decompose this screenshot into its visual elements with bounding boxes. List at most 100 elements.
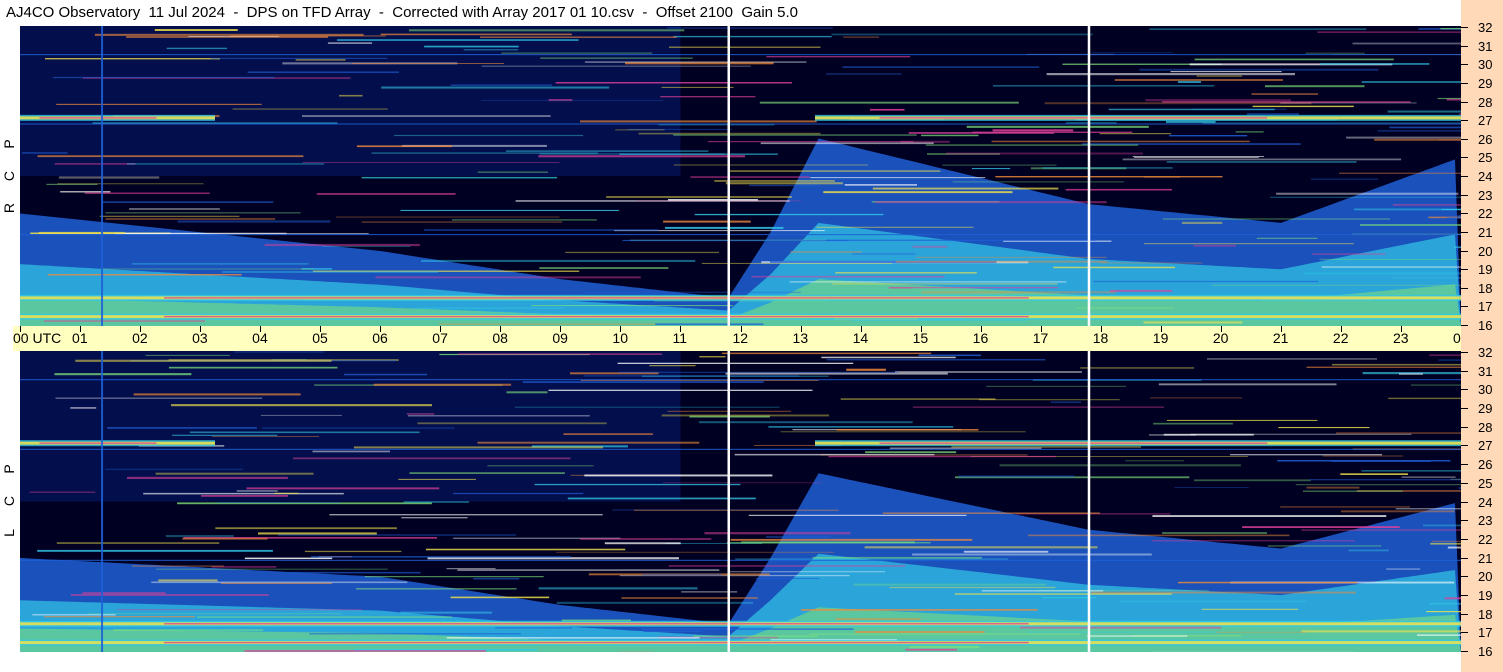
strong-band-peak xyxy=(879,442,1268,444)
noise-streak xyxy=(1417,634,1461,636)
noise-streak xyxy=(725,182,843,185)
noise-streak xyxy=(972,131,1133,133)
time-axis-tick-label: 12 xyxy=(732,330,749,346)
noise-streak xyxy=(38,231,125,234)
noise-streak xyxy=(127,476,288,479)
noise-streak xyxy=(954,593,1172,595)
noise-streak xyxy=(244,557,333,560)
noise-streak xyxy=(1194,479,1311,482)
noise-streak xyxy=(673,35,832,38)
time-axis-tick-label: 14 xyxy=(852,330,869,346)
noise-streak xyxy=(1166,419,1318,421)
noise-streak xyxy=(424,229,659,231)
noise-streak xyxy=(534,483,741,486)
noise-streak xyxy=(816,226,974,228)
noise-streak xyxy=(458,353,663,355)
noise-streak xyxy=(1360,224,1461,226)
freq-axis-tick-label: 32 xyxy=(1478,345,1493,360)
noise-streak xyxy=(337,39,579,41)
noise-streak xyxy=(701,262,893,264)
noise-streak xyxy=(1278,427,1370,429)
noise-streak xyxy=(168,366,338,369)
freq-axis-tick-label: 16 xyxy=(1478,318,1493,333)
freq-axis-tick-label: 29 xyxy=(1478,401,1493,417)
noise-streak xyxy=(339,94,363,97)
noise-streak xyxy=(1020,626,1222,629)
time-axis-tick-label: 04 xyxy=(252,330,268,346)
noise-streak xyxy=(1143,321,1243,324)
noise-streak xyxy=(853,583,1047,586)
noise-streak xyxy=(580,120,817,123)
noise-streak xyxy=(673,134,917,136)
noise-streak xyxy=(790,251,862,253)
horizontal-line xyxy=(20,123,1461,125)
noise-streak xyxy=(70,407,97,409)
noise-streak xyxy=(826,73,902,75)
noise-streak xyxy=(1319,258,1461,260)
divider-line xyxy=(727,26,730,326)
noise-streak xyxy=(1267,545,1382,547)
noise-streak xyxy=(481,65,751,67)
noise-streak xyxy=(1230,454,1383,456)
noise-streak xyxy=(211,436,319,437)
noise-streak xyxy=(58,176,160,179)
noise-streak xyxy=(1166,120,1216,123)
noise-streak xyxy=(889,447,1042,449)
noise-streak xyxy=(835,618,921,620)
noise-streak xyxy=(215,527,397,530)
noise-streak xyxy=(618,371,899,373)
noise-streak xyxy=(129,208,220,210)
noise-streak xyxy=(1306,366,1461,368)
spectrogram-lcp-plot xyxy=(20,351,1461,652)
noise-streak xyxy=(155,472,314,475)
freq-axis-tick-mark xyxy=(1461,231,1468,233)
freq-axis-tick-label: 20 xyxy=(1478,569,1493,585)
freq-axis-tick-mark xyxy=(1461,632,1468,634)
noise-streak xyxy=(1027,631,1221,633)
noise-streak xyxy=(37,549,273,552)
noise-streak xyxy=(1053,266,1176,269)
frequency-axis: 32 31 30 29 28 27 26 25 24 23 22 21 20 19 18 17 16 32 31 30… xyxy=(1461,0,1503,672)
noise-streak xyxy=(699,356,726,358)
noise-streak xyxy=(1312,253,1386,255)
noise-streak xyxy=(375,276,641,279)
noise-streak xyxy=(247,71,399,73)
noise-streak xyxy=(665,226,784,229)
noise-streak xyxy=(408,29,685,32)
noise-streak xyxy=(230,35,386,37)
time-axis-tick-label: 22 xyxy=(1332,330,1349,346)
noise-streak xyxy=(1150,397,1243,399)
noise-streak xyxy=(1301,529,1461,531)
noise-streak xyxy=(82,592,166,595)
noise-streak xyxy=(421,259,696,262)
noise-streak xyxy=(1211,284,1461,286)
noise-streak xyxy=(768,426,954,428)
noise-streak xyxy=(327,42,373,44)
time-axis-tick-label: 10 xyxy=(612,330,628,346)
noise-streak xyxy=(1295,484,1461,486)
noise-streak xyxy=(113,629,264,631)
freq-axis-tick-mark xyxy=(1461,194,1468,196)
noise-streak xyxy=(1201,608,1299,610)
noise-streak xyxy=(1429,354,1461,357)
noise-streak xyxy=(556,551,835,553)
strong-band-peak xyxy=(39,442,157,444)
freq-axis-tick-mark xyxy=(1461,501,1468,503)
noise-streak xyxy=(373,383,512,386)
freq-axis-tick-label: 31 xyxy=(1478,363,1493,379)
noise-streak xyxy=(1252,105,1354,108)
noise-streak xyxy=(925,144,1139,146)
noise-streak xyxy=(707,141,914,143)
freq-axis-tick-label: 30 xyxy=(1478,382,1493,398)
noise-streak xyxy=(655,323,764,325)
noise-streak xyxy=(380,33,572,36)
noise-streak xyxy=(621,597,758,599)
noise-streak xyxy=(352,63,505,64)
noise-streak xyxy=(1163,433,1254,436)
noise-streak xyxy=(171,404,432,407)
noise-streak xyxy=(993,85,1215,87)
noise-streak xyxy=(158,579,218,582)
noise-streak xyxy=(56,542,220,544)
freq-axis-tick-label: 25 xyxy=(1478,150,1493,166)
noise-streak xyxy=(828,455,1056,458)
